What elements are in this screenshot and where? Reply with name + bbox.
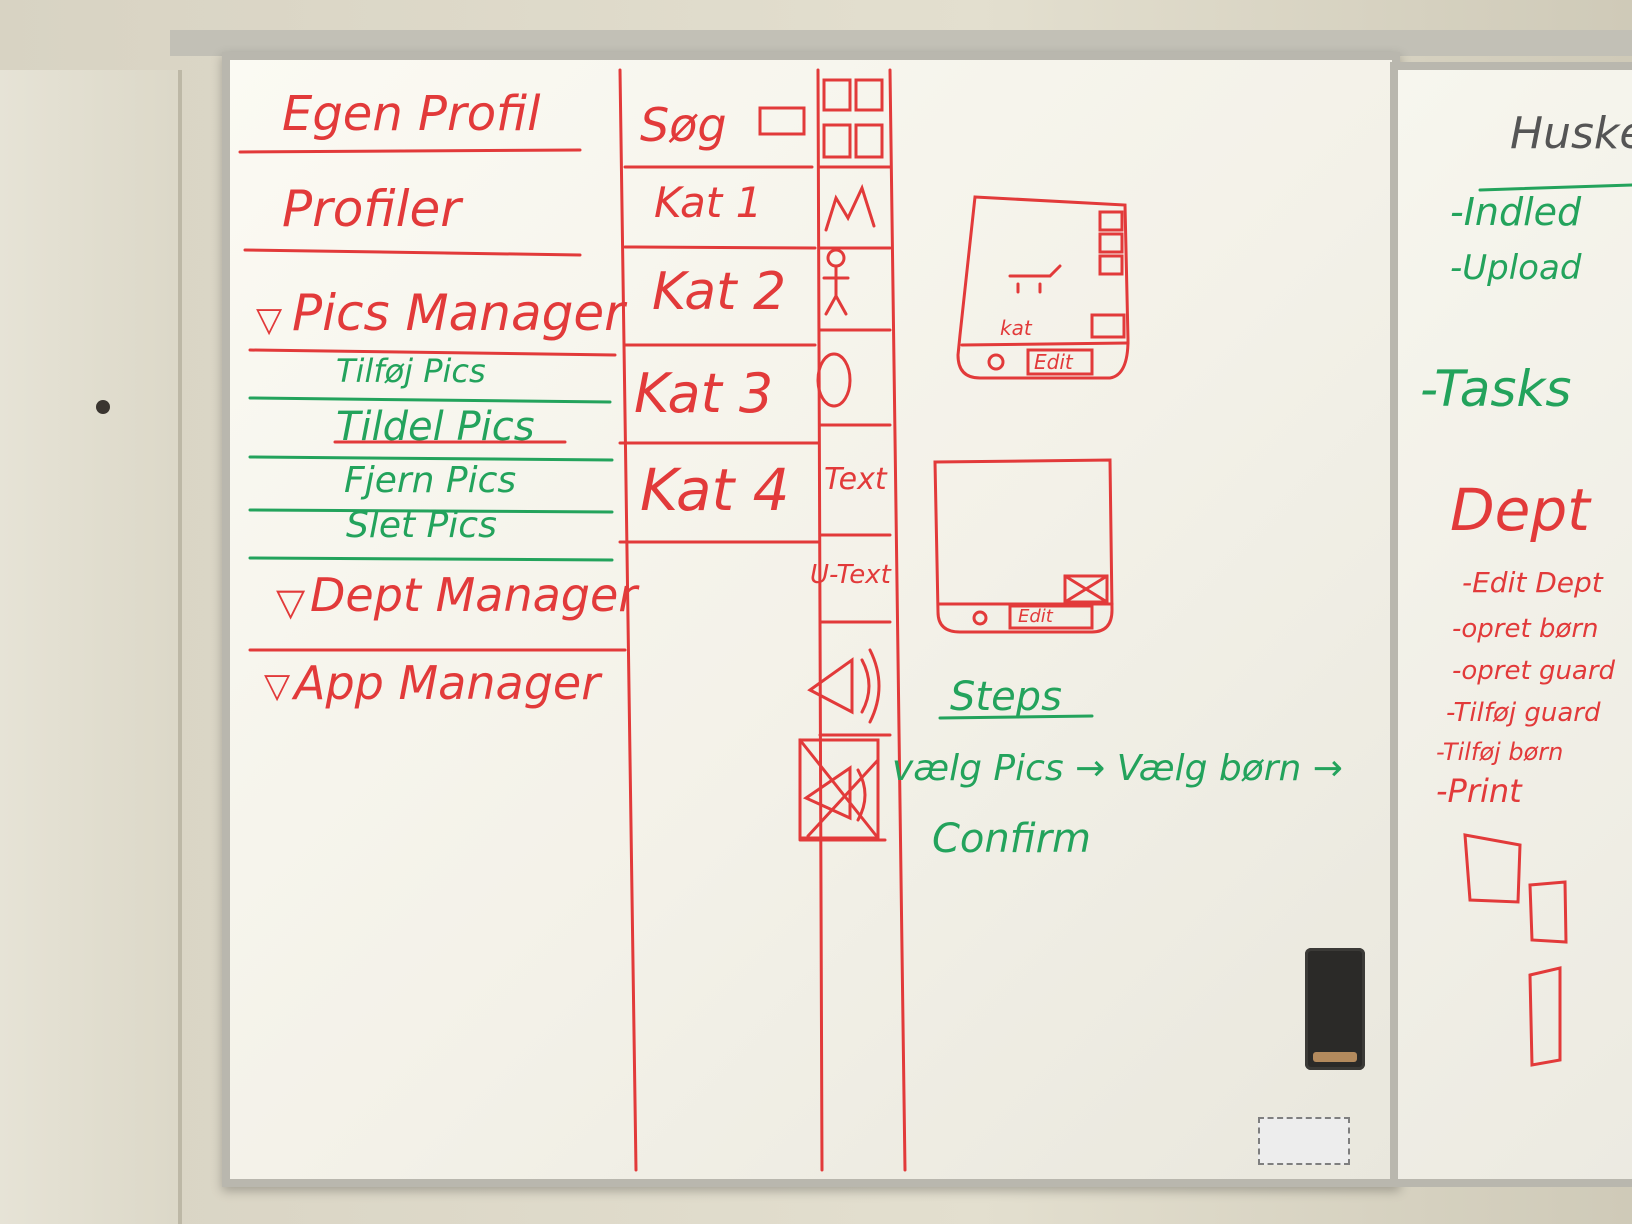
pics-item-fjern: Fjern Pics: [344, 460, 517, 501]
pics-item-tilfoej: Tilføj Pics: [336, 352, 486, 390]
board2-red-item: -Tilføj børn: [1436, 738, 1564, 766]
board2-dept: Dept: [1450, 476, 1590, 544]
steps-title: Steps: [950, 674, 1062, 720]
board2-green-item: -Indled: [1450, 190, 1582, 234]
pics-item-tildel: Tildel Pics: [336, 404, 535, 450]
card1-edit: Edit: [1034, 350, 1073, 374]
board2-red-item: -Print: [1436, 772, 1522, 810]
card1-label: kat: [1000, 316, 1032, 340]
category-kat-3: Kat 3: [634, 362, 774, 425]
board-label-sticker: [1258, 1117, 1350, 1165]
board2-red-item: -opret børn: [1452, 614, 1599, 644]
expand-triangle-icon: ▽: [256, 301, 283, 339]
expand-triangle-icon: ▽: [276, 582, 306, 624]
board2-red-item: -Edit Dept: [1462, 566, 1603, 599]
sidebar-app-manager: App Manager: [294, 656, 601, 710]
steps-line-1: vælg Pics → Vælg børn →: [892, 748, 1343, 789]
tool-u-text: U-Text: [810, 560, 891, 590]
steps-line-2: Confirm: [932, 816, 1092, 862]
category-kat-4: Kat 4: [640, 456, 790, 524]
card2-edit: Edit: [1018, 606, 1053, 627]
pics-item-slet: Slet Pics: [346, 505, 497, 546]
board2-green-item: -Upload: [1450, 248, 1582, 288]
board2-red-item: -opret guard: [1452, 656, 1616, 686]
sidebar-profiler: Profiler: [282, 180, 461, 238]
board2-red-item: -Tilføj guard: [1446, 698, 1601, 728]
category-kat-1: Kat 1: [654, 178, 763, 227]
board2-tasks: -Tasks: [1420, 360, 1572, 418]
sidebar-pics-manager: Pics Manager: [292, 284, 625, 342]
expand-triangle-icon: ▽: [264, 667, 291, 705]
sidebar-egen-profil: Egen Profil: [282, 86, 541, 142]
board2-title: Huskel: [1510, 108, 1632, 159]
whiteboard-eraser: [1305, 948, 1365, 1070]
tool-text: Text: [824, 462, 887, 497]
search-label: Søg: [640, 98, 727, 152]
sidebar-dept-manager: Dept Manager: [310, 568, 638, 622]
category-kat-2: Kat 2: [652, 262, 787, 322]
whiteboard-text-layer: Egen Profil Profiler ▽ Pics Manager Tilf…: [0, 0, 1632, 1224]
